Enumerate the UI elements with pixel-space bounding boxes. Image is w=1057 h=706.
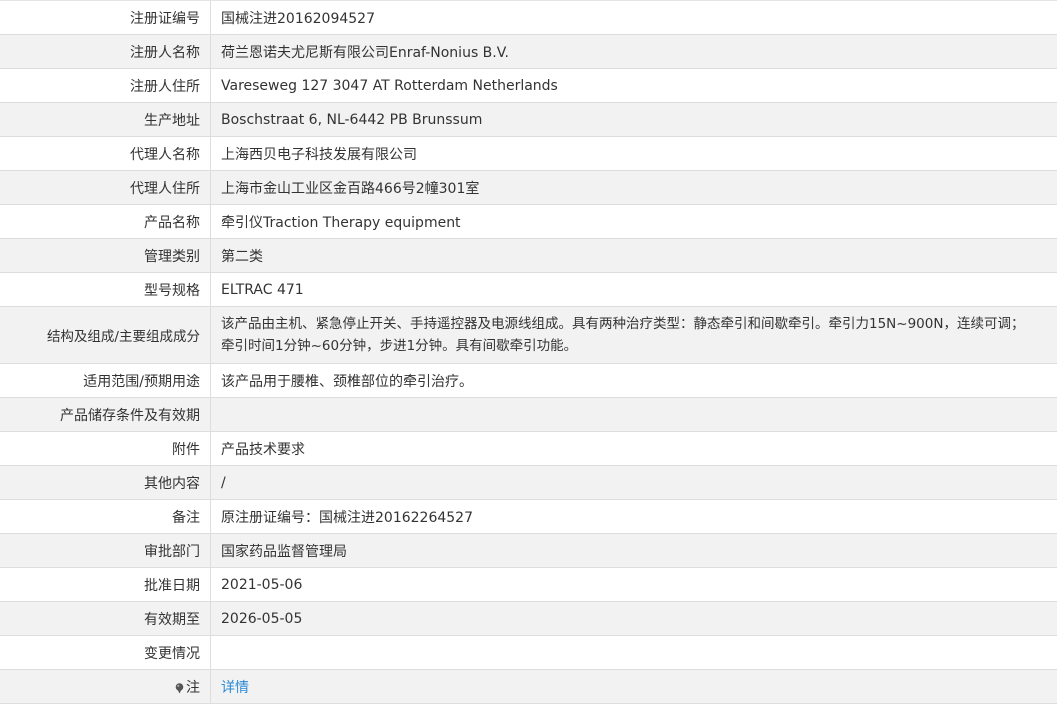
registration-detail-table: 注册证编号 国械注进20162094527 注册人名称 荷兰恩诺夫尤尼斯有限公司… xyxy=(0,0,1057,704)
field-value: 2026-05-05 xyxy=(221,610,303,627)
note-label: 注 xyxy=(186,679,200,696)
field-value xyxy=(211,636,1057,669)
field-value xyxy=(211,398,1057,431)
row-registrant-name: 注册人名称 荷兰恩诺夫尤尼斯有限公司Enraf-Nonius B.V. xyxy=(0,35,1057,69)
row-change-status: 变更情况 xyxy=(0,636,1057,670)
field-value: 产品技术要求 xyxy=(221,441,305,458)
row-other-content: 其他内容 / xyxy=(0,466,1057,500)
row-attachment: 附件 产品技术要求 xyxy=(0,432,1057,466)
field-label: 有效期至 xyxy=(0,602,211,635)
row-registrant-address: 注册人住所 Vareseweg 127 3047 AT Rotterdam Ne… xyxy=(0,69,1057,103)
field-label: 管理类别 xyxy=(0,239,211,272)
pin-icon xyxy=(175,682,184,694)
field-value: 第二类 xyxy=(221,248,263,265)
field-value: 原注册证编号：国械注进20162264527 xyxy=(221,509,473,526)
row-storage-validity: 产品储存条件及有效期 xyxy=(0,398,1057,432)
field-value: 国家药品监督管理局 xyxy=(221,543,347,560)
field-label: 产品储存条件及有效期 xyxy=(0,398,211,431)
row-approval-department: 审批部门 国家药品监督管理局 xyxy=(0,534,1057,568)
row-valid-until: 有效期至 2026-05-05 xyxy=(0,602,1057,636)
field-label: 附件 xyxy=(0,432,211,465)
field-value: / xyxy=(221,474,226,491)
field-label: 注册人住所 xyxy=(0,69,211,102)
field-value: ELTRAC 471 xyxy=(221,281,304,298)
row-remarks: 备注 原注册证编号：国械注进20162264527 xyxy=(0,500,1057,534)
row-structure-composition: 结构及组成/主要组成成分 该产品由主机、紧急停止开关、手持遥控器及电源线组成。具… xyxy=(0,307,1057,364)
field-value: 国械注进20162094527 xyxy=(221,10,375,27)
field-label: 批准日期 xyxy=(0,568,211,601)
field-label: 结构及组成/主要组成成分 xyxy=(0,307,211,363)
row-model-spec: 型号规格 ELTRAC 471 xyxy=(0,273,1057,307)
field-value: 上海西贝电子科技发展有限公司 xyxy=(221,146,417,163)
field-label: 代理人住所 xyxy=(0,171,211,204)
field-value: 牵引仪Traction Therapy equipment xyxy=(221,214,461,231)
field-label: 注册人名称 xyxy=(0,35,211,68)
row-management-class: 管理类别 第二类 xyxy=(0,239,1057,273)
row-approval-date: 批准日期 2021-05-06 xyxy=(0,568,1057,602)
field-label: 审批部门 xyxy=(0,534,211,567)
row-note: 注 详情 xyxy=(0,670,1057,704)
field-value: Vareseweg 127 3047 AT Rotterdam Netherla… xyxy=(221,77,558,94)
field-label: 代理人名称 xyxy=(0,137,211,170)
row-product-name: 产品名称 牵引仪Traction Therapy equipment xyxy=(0,205,1057,239)
field-value: 荷兰恩诺夫尤尼斯有限公司Enraf-Nonius B.V. xyxy=(221,44,509,61)
details-link[interactable]: 详情 xyxy=(221,677,249,697)
field-value: 详情 xyxy=(211,670,1057,703)
field-label: 其他内容 xyxy=(0,466,211,499)
field-label: 注 xyxy=(0,670,211,703)
row-production-address: 生产地址 Boschstraat 6, NL-6442 PB Brunssum xyxy=(0,103,1057,137)
field-label: 生产地址 xyxy=(0,103,211,136)
field-value: 该产品用于腰椎、颈椎部位的牵引治疗。 xyxy=(221,373,473,390)
field-value: 该产品由主机、紧急停止开关、手持遥控器及电源线组成。具有两种治疗类型：静态牵引和… xyxy=(221,316,1025,354)
field-label: 备注 xyxy=(0,500,211,533)
field-value: Boschstraat 6, NL-6442 PB Brunssum xyxy=(221,111,483,128)
field-label: 产品名称 xyxy=(0,205,211,238)
field-label: 型号规格 xyxy=(0,273,211,306)
row-intended-use: 适用范围/预期用途 该产品用于腰椎、颈椎部位的牵引治疗。 xyxy=(0,364,1057,398)
field-value: 2021-05-06 xyxy=(221,576,303,593)
field-label: 变更情况 xyxy=(0,636,211,669)
field-label: 适用范围/预期用途 xyxy=(0,364,211,397)
row-registration-number: 注册证编号 国械注进20162094527 xyxy=(0,1,1057,35)
row-agent-name: 代理人名称 上海西贝电子科技发展有限公司 xyxy=(0,137,1057,171)
field-label: 注册证编号 xyxy=(0,1,211,34)
field-value: 上海市金山工业区金百路466号2幢301室 xyxy=(221,180,480,197)
row-agent-address: 代理人住所 上海市金山工业区金百路466号2幢301室 xyxy=(0,171,1057,205)
